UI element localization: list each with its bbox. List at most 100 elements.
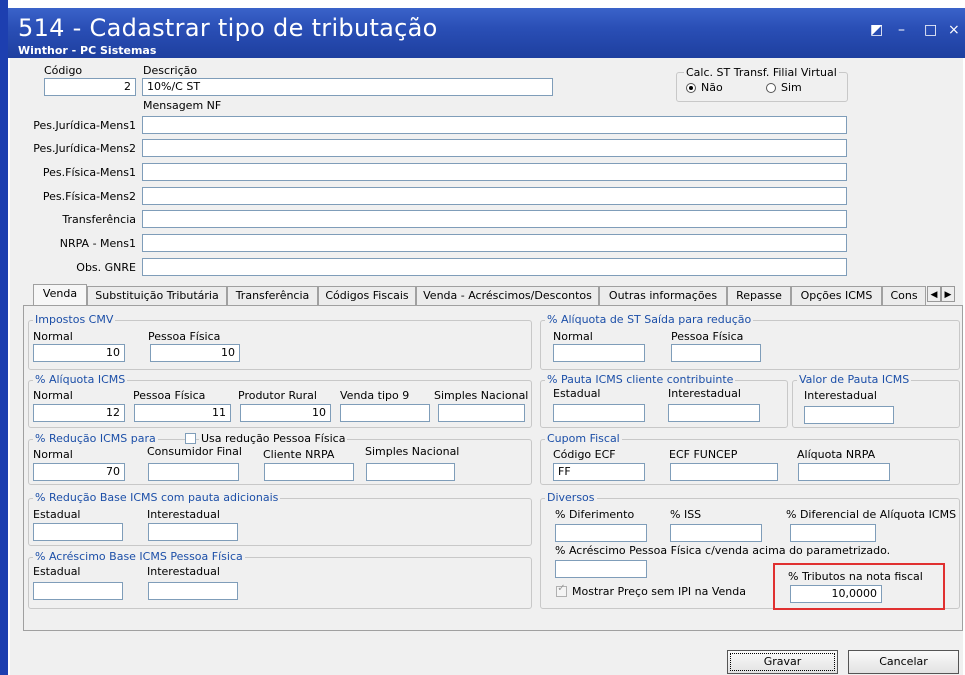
msg-field-pj2[interactable]	[142, 139, 847, 157]
aliq-normal-label: Normal	[33, 389, 73, 402]
aliq-normal-field[interactable]: 12	[33, 404, 125, 422]
aliquota-icms-title: % Alíquota ICMS	[33, 373, 128, 386]
window-title: 514 - Cadastrar tipo de tributação	[18, 14, 438, 42]
red-cf-field[interactable]	[148, 463, 239, 481]
codigo-field[interactable]: 2	[44, 78, 136, 96]
tab-substituicao[interactable]: Substituição Tributária	[87, 286, 227, 305]
ab-estadual-label: Estadual	[33, 565, 81, 578]
pauta-icms-title: % Pauta ICMS cliente contribuinte	[545, 373, 736, 386]
calc-st-label: Calc. ST Transf. Filial Virtual	[684, 66, 839, 79]
red-nrpa-field[interactable]	[264, 463, 354, 481]
msg-label-pf1: Pes.Física-Mens1	[42, 166, 136, 179]
ab-inter-field[interactable]	[148, 582, 238, 600]
restore-icon[interactable]: ◩	[870, 22, 883, 38]
msg-field-gnre[interactable]	[142, 258, 847, 276]
radio-nao-label: Não	[701, 81, 723, 94]
tab-repasse[interactable]: Repasse	[727, 286, 791, 305]
radio-sim-label: Sim	[781, 81, 802, 94]
title-bar[interactable]: 514 - Cadastrar tipo de tributação Winth…	[8, 8, 965, 58]
msg-field-pf1[interactable]	[142, 163, 847, 181]
div-diferimento-field[interactable]	[555, 524, 647, 542]
pauta-estadual-field[interactable]	[553, 404, 645, 422]
tab-cons[interactable]: Cons	[882, 286, 926, 305]
red-simples-field[interactable]	[366, 463, 455, 481]
pauta-inter-field[interactable]	[668, 404, 760, 422]
cancelar-button[interactable]: Cancelar	[848, 650, 959, 674]
mostrar-preco-label: Mostrar Preço sem IPI na Venda	[572, 585, 746, 598]
st-pf-label: Pessoa Física	[671, 330, 744, 343]
cupom-fiscal-title: Cupom Fiscal	[545, 432, 622, 445]
tab-venda[interactable]: Venda	[33, 284, 87, 305]
codigo-label: Código	[44, 64, 83, 77]
maximize-icon[interactable]: □	[924, 22, 937, 38]
aliq-venda9-label: Venda tipo 9	[340, 389, 410, 402]
highlight-box	[773, 563, 945, 610]
cupom-ecf-field[interactable]: FF	[553, 463, 645, 481]
aliq-prod-label: Produtor Rural	[238, 389, 317, 402]
aliq-pf-label: Pessoa Física	[133, 389, 206, 402]
cupom-funcep-field[interactable]	[670, 463, 778, 481]
app-window: 514 - Cadastrar tipo de tributação Winth…	[0, 0, 965, 675]
aliq-simples-field[interactable]	[438, 404, 525, 422]
aliquota-st-title: % Alíquota de ST Saída para redução	[545, 313, 754, 326]
valor-pauta-title: Valor de Pauta ICMS	[797, 373, 912, 386]
usa-reducao-pf-label: Usa redução Pessoa Física	[199, 432, 348, 445]
descricao-label: Descrição	[143, 64, 198, 77]
msg-field-transf[interactable]	[142, 210, 847, 228]
cmv-normal-field[interactable]: 10	[33, 344, 125, 362]
div-difal-field[interactable]	[790, 524, 876, 542]
div-iss-field[interactable]	[670, 524, 762, 542]
tab-transferencia[interactable]: Transferência	[227, 286, 318, 305]
aliq-pf-field[interactable]: 11	[134, 404, 231, 422]
cupom-funcep-label: ECF FUNCEP	[669, 448, 738, 461]
aliq-prod-field[interactable]: 10	[240, 404, 331, 422]
tab-codigos-fiscais[interactable]: Códigos Fiscais	[318, 286, 416, 305]
red-cf-label: Consumidor Final	[147, 445, 242, 458]
reducao-icms-title: % Redução ICMS para	[33, 432, 158, 445]
usa-reducao-pf-checkbox[interactable]	[185, 433, 196, 444]
acrescimo-base-title: % Acréscimo Base ICMS Pessoa Física	[33, 550, 245, 563]
tab-scroll-left-icon[interactable]: ◀	[927, 286, 941, 302]
descricao-field[interactable]: 10%/C ST	[142, 78, 553, 96]
radio-sim[interactable]	[766, 83, 776, 93]
red-normal-field[interactable]: 70	[33, 463, 125, 481]
tab-opcoes-icms[interactable]: Opções ICMS	[791, 286, 882, 305]
gravar-button[interactable]: Gravar	[727, 650, 838, 674]
msg-label-pj1: Pes.Jurídica-Mens1	[33, 119, 136, 132]
vp-inter-field[interactable]	[804, 406, 894, 424]
tab-acrescimos[interactable]: Venda - Acréscimos/Descontos	[416, 286, 599, 305]
div-acrescimo-pf-label: % Acréscimo Pessoa Física c/venda acima …	[555, 544, 891, 557]
msg-label-transf: Transferência	[62, 213, 136, 226]
vp-inter-label: Interestadual	[804, 389, 877, 402]
cmv-pf-field[interactable]: 10	[150, 344, 240, 362]
rb-estadual-field[interactable]	[33, 523, 123, 541]
rb-inter-label: Interestadual	[147, 508, 220, 521]
msg-field-nrpa[interactable]	[142, 234, 847, 252]
div-acrescimo-pf-field[interactable]	[555, 560, 647, 578]
div-difal-label: % Diferencial de Alíquota ICMS	[786, 508, 957, 521]
cmv-pf-label: Pessoa Física	[148, 330, 221, 343]
minimize-icon[interactable]: –	[898, 22, 905, 38]
window-border	[0, 0, 8, 675]
cupom-nrpa-label: Alíquota NRPA	[797, 448, 876, 461]
msg-field-pf2[interactable]	[142, 187, 847, 205]
aliq-simples-label: Simples Nacional	[434, 389, 529, 402]
msg-label-gnre: Obs. GNRE	[76, 261, 136, 274]
rb-inter-field[interactable]	[148, 523, 238, 541]
red-normal-label: Normal	[33, 448, 73, 461]
cupom-nrpa-field[interactable]	[798, 463, 890, 481]
st-normal-field[interactable]	[553, 344, 645, 362]
rb-estadual-label: Estadual	[33, 508, 81, 521]
tab-scroll-right-icon[interactable]: ▶	[941, 286, 955, 302]
cupom-ecf-label: Código ECF	[553, 448, 616, 461]
msg-field-pj1[interactable]	[142, 116, 847, 134]
window-subtitle: Winthor - PC Sistemas	[18, 44, 157, 57]
pauta-estadual-label: Estadual	[553, 387, 601, 400]
ab-inter-label: Interestadual	[147, 565, 220, 578]
ab-estadual-field[interactable]	[33, 582, 123, 600]
tab-outras[interactable]: Outras informações	[599, 286, 727, 305]
radio-nao[interactable]	[686, 83, 696, 93]
st-pf-field[interactable]	[671, 344, 761, 362]
aliq-venda9-field[interactable]	[340, 404, 430, 422]
close-icon[interactable]: ×	[948, 22, 960, 38]
